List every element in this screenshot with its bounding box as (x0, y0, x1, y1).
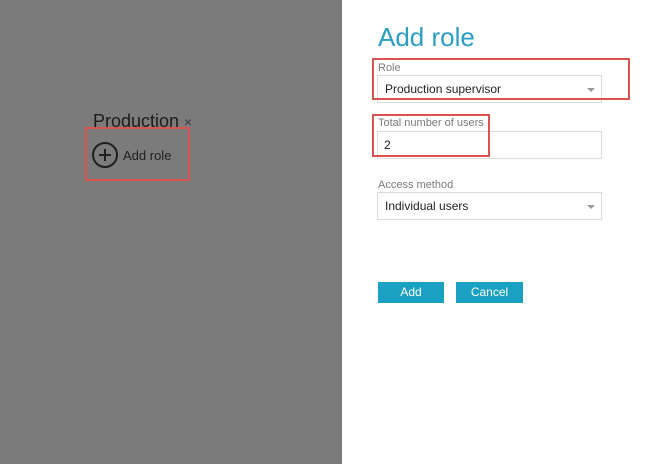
plus-circle-icon (92, 142, 118, 168)
chevron-down-icon (587, 88, 595, 92)
role-label: Role (378, 62, 401, 74)
dialog-title: Add role (378, 22, 475, 52)
close-icon[interactable]: × (184, 115, 192, 129)
add-role-link[interactable]: Add role (92, 142, 171, 168)
background-overlay: Production × Add role (0, 0, 342, 464)
access-method-label: Access method (378, 179, 454, 191)
role-select[interactable]: Production supervisor (377, 75, 602, 103)
add-role-label: Add role (123, 147, 172, 163)
access-method-select-value: Individual users (385, 199, 469, 213)
add-role-dialog: Add role Role Production supervisor Tota… (342, 0, 651, 464)
role-select-value: Production supervisor (385, 82, 502, 96)
add-button[interactable]: Add (378, 282, 444, 303)
chevron-down-icon (587, 205, 595, 209)
group-title: Production (93, 111, 180, 131)
total-users-input[interactable] (377, 131, 602, 159)
total-users-label: Total number of users (378, 117, 484, 129)
cancel-button[interactable]: Cancel (456, 282, 523, 303)
access-method-select[interactable]: Individual users (377, 192, 602, 220)
